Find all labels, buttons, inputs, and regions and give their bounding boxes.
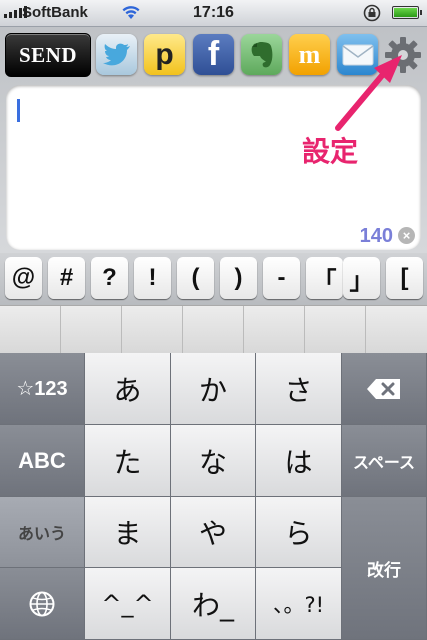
candidate-slot[interactable] <box>61 306 122 353</box>
symbol-key[interactable]: [ <box>386 257 423 299</box>
candidate-slot[interactable] <box>183 306 244 353</box>
candidate-slot[interactable] <box>244 306 305 353</box>
return-key[interactable]: 改行 <box>342 497 427 640</box>
candidate-slot[interactable] <box>366 306 426 353</box>
symbol-key[interactable]: - <box>263 257 300 299</box>
p-icon[interactable]: p <box>144 34 185 75</box>
settings-annotation: 設定 <box>302 135 359 168</box>
kana-key-wa[interactable]: わ_ <box>171 568 256 640</box>
kana-key-ha[interactable]: は <box>256 425 342 497</box>
symbol-key[interactable]: ! <box>134 257 171 299</box>
number-mode-key[interactable]: ☆123 <box>0 353 85 425</box>
delete-key[interactable] <box>342 353 427 425</box>
globe-icon <box>29 591 55 616</box>
evernote-icon[interactable] <box>241 34 282 75</box>
kana-key-na[interactable]: な <box>171 425 256 497</box>
facebook-icon[interactable]: f <box>193 34 234 75</box>
symbol-key[interactable]: ) <box>220 257 257 299</box>
symbol-key[interactable]: @ <box>5 257 42 299</box>
symbol-row: @ # ? ! ( ) - 「 」 [ <box>0 253 427 305</box>
kana-key-ra[interactable]: ら <box>256 497 342 568</box>
alphabet-mode-key[interactable]: ABC <box>0 425 85 497</box>
character-counter: 140 <box>359 225 393 247</box>
candidate-slot[interactable] <box>0 306 61 353</box>
globe-key[interactable] <box>0 568 85 640</box>
symbol-key[interactable]: ? <box>91 257 128 299</box>
kana-key-ka[interactable]: か <box>171 353 256 425</box>
mixi-icon[interactable]: m <box>289 34 330 75</box>
kana-key-sa[interactable]: さ <box>256 353 342 425</box>
flick-keyboard: ☆123 ABC あいう あ か さ た な は ま や ら ^_^ わ_ 、。… <box>0 353 427 640</box>
backspace-icon <box>367 378 400 399</box>
symbol-key[interactable]: ( <box>177 257 214 299</box>
symbol-key[interactable]: # <box>48 257 85 299</box>
symbol-key[interactable]: 」 <box>343 257 380 299</box>
symbol-key[interactable]: 「 <box>306 257 343 299</box>
arrow-annotation <box>335 55 402 131</box>
battery-icon <box>392 6 422 19</box>
kana-key-ya[interactable]: や <box>171 497 256 568</box>
space-key[interactable]: スペース <box>342 425 427 497</box>
rotation-lock-icon <box>363 4 381 22</box>
clear-icon[interactable]: × <box>398 227 415 244</box>
kana-key-ta[interactable]: た <box>85 425 171 497</box>
candidate-slot[interactable] <box>305 306 366 353</box>
text-cursor <box>17 99 20 122</box>
kana-key-ma[interactable]: ま <box>85 497 171 568</box>
kana-mode-key[interactable]: あいう <box>0 497 85 568</box>
punctuation-key[interactable]: 、。?! <box>256 568 342 640</box>
kaomoji-key[interactable]: ^_^ <box>85 568 171 640</box>
kana-key-a[interactable]: あ <box>85 353 171 425</box>
status-bar: SoftBank 17:16 <box>0 0 427 27</box>
twitter-icon[interactable] <box>96 34 137 75</box>
candidate-slot[interactable] <box>122 306 183 353</box>
send-button[interactable]: SEND <box>5 33 91 77</box>
candidate-bar <box>0 305 427 354</box>
